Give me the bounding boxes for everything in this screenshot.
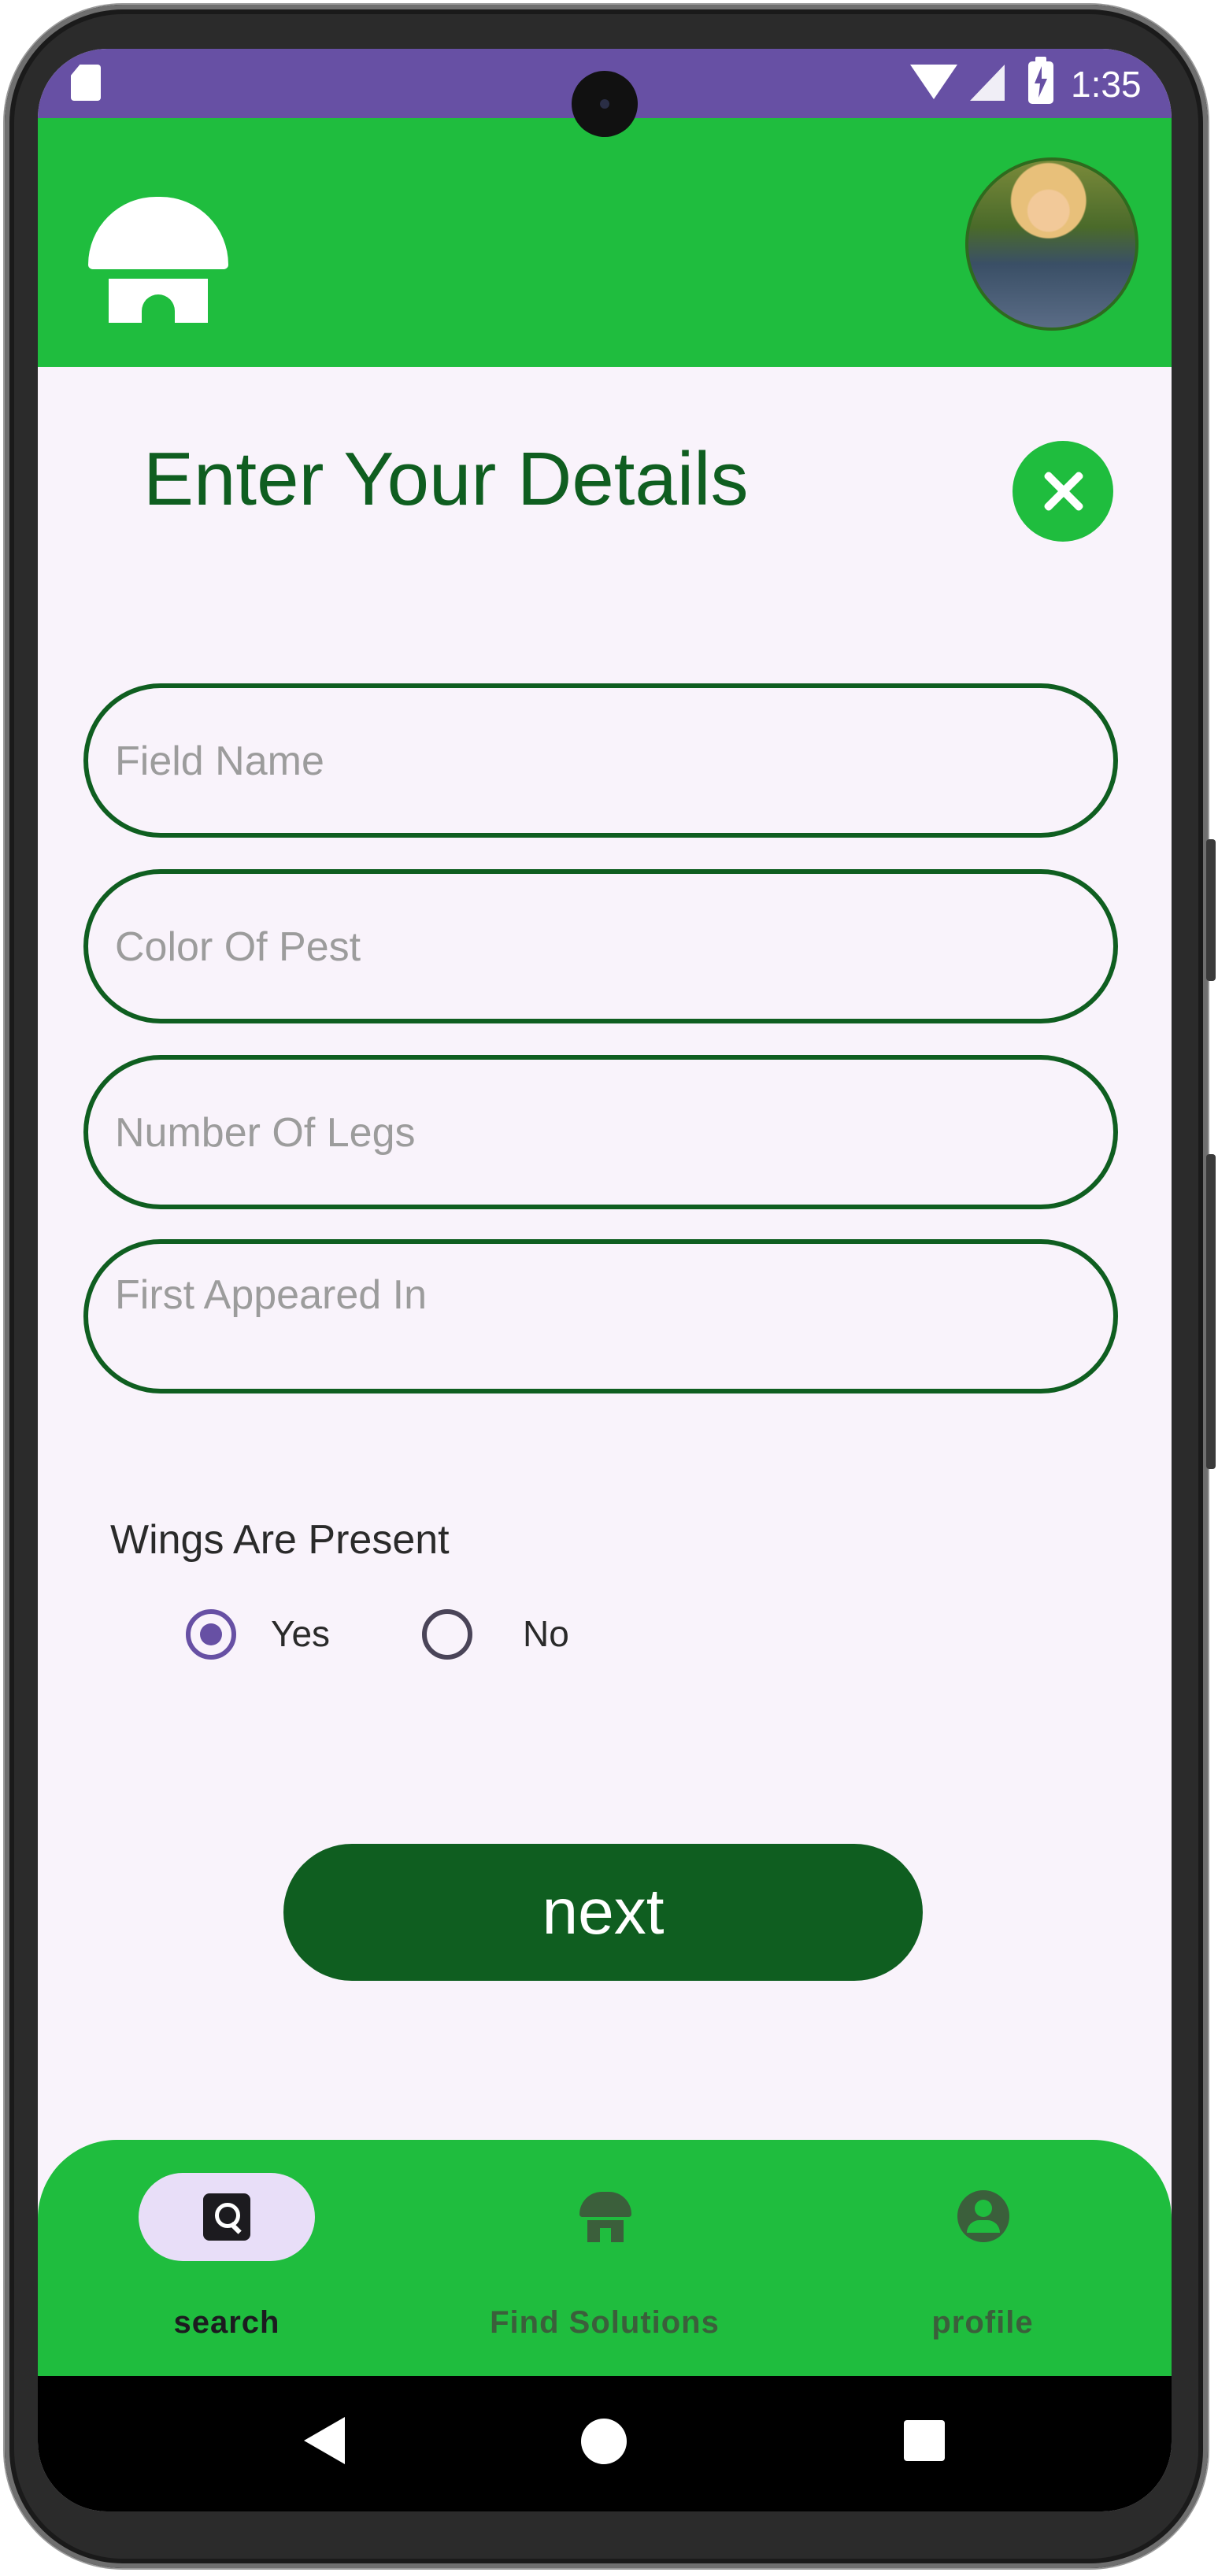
front-camera [572,71,638,137]
app-screen: 1:35 Enter Your Details Wings Are Presen… [38,49,1172,2511]
wings-no-radio[interactable] [422,1609,472,1660]
field-name-input-wrapper [83,683,1118,838]
field-name-input[interactable] [113,688,1077,835]
power-button [1206,1154,1216,1469]
wings-no-label[interactable]: No [523,1612,569,1655]
legs-count-input-wrapper [83,1055,1118,1209]
nav-label-find-solutions: Find Solutions [490,2305,720,2340]
nav-item-find-solutions[interactable]: Find Solutions [416,2140,794,2376]
home-roof [88,197,228,269]
app-header [38,118,1172,367]
bottom-navigation: search Find Solutions profile [38,2140,1172,2376]
first-appeared-input[interactable] [113,1271,1077,1319]
close-button[interactable] [1013,441,1113,542]
nav-item-search[interactable]: search [38,2140,416,2376]
pest-color-input-wrapper [83,869,1118,1023]
search-icon [203,2193,250,2241]
home-icon-door [600,2228,611,2242]
nav-label-profile: profile [931,2305,1034,2340]
wings-yes-radio[interactable] [186,1609,236,1660]
recents-icon[interactable] [904,2420,945,2461]
wifi-icon [910,65,957,99]
profile-icon-head [975,2200,992,2217]
home-icon[interactable] [88,197,228,323]
first-appeared-input-wrapper [83,1239,1118,1393]
volume-button [1206,839,1216,981]
home-icon [579,2192,631,2242]
next-button[interactable]: next [283,1844,923,1981]
nav-label-search: search [173,2305,280,2340]
nav-item-profile[interactable]: profile [794,2140,1172,2376]
home-icon-roof [579,2192,631,2217]
home-door [142,294,175,323]
legs-count-input[interactable] [113,1060,1077,1206]
page-title: Enter Your Details [143,437,749,521]
profile-icon [957,2190,1009,2242]
status-time: 1:35 [1071,64,1142,105]
sd-card-icon [71,65,101,101]
signal-icon [970,65,1005,101]
search-lens [215,2203,240,2228]
user-avatar[interactable] [965,157,1138,331]
back-icon[interactable] [304,2417,345,2464]
wings-label: Wings Are Present [110,1517,450,1563]
wings-yes-label[interactable]: Yes [271,1612,330,1655]
pest-color-input[interactable] [113,874,1077,1020]
profile-icon-shoulders [967,2220,1000,2233]
system-home-icon[interactable] [581,2419,627,2464]
system-navigation-bar [38,2376,1172,2511]
